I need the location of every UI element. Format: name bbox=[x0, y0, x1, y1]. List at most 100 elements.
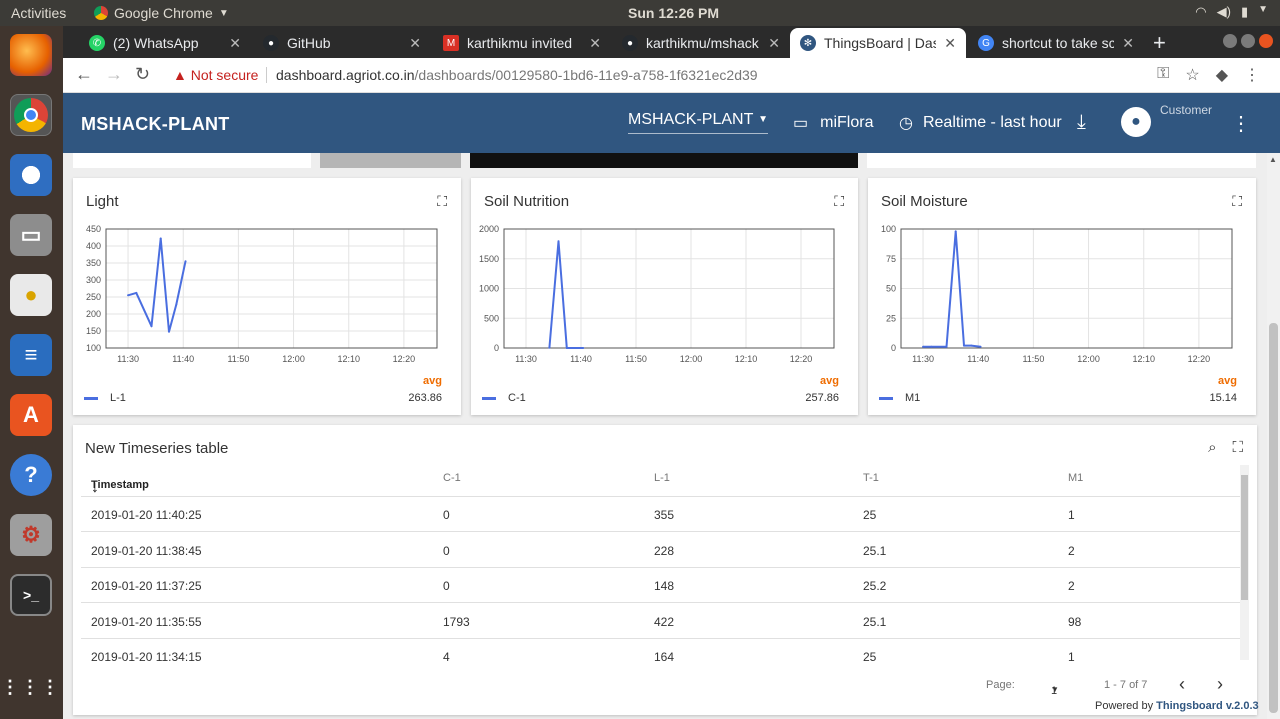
tab-gmail[interactable]: M karthikmu invited ✕ bbox=[433, 28, 611, 58]
legend-item[interactable]: L-1 bbox=[84, 392, 126, 404]
widget-title: Soil Nutrition bbox=[484, 193, 570, 210]
tab-google-search[interactable]: G shortcut to take sc ✕ bbox=[968, 28, 1144, 58]
clock[interactable]: Sun 12:26 PM bbox=[628, 5, 719, 21]
launcher-dock: ▭ ● ≡ A ? ⚙ >_ ⋮⋮⋮ bbox=[0, 26, 63, 719]
new-tab-button[interactable]: + bbox=[1153, 30, 1166, 56]
close-icon[interactable]: ✕ bbox=[1122, 35, 1134, 52]
key-icon[interactable]: ⚿ bbox=[1157, 65, 1169, 85]
table-body: 2019-01-20 11:40:25 0 355 25 1 2019-01-20 11:… bbox=[73, 425, 1257, 662]
back-arrow-icon[interactable]: ← bbox=[75, 64, 93, 85]
url-field[interactable]: dashboard.agriot.co.in/dashboards/001295… bbox=[276, 67, 758, 83]
series-line-M1 bbox=[923, 230, 981, 348]
forward-arrow-icon[interactable]: → bbox=[105, 64, 123, 85]
firefox-icon[interactable] bbox=[10, 34, 52, 76]
timewindow-button[interactable]: ◷ Realtime - last hour bbox=[899, 113, 1062, 133]
tab-github[interactable]: ● GitHub ✕ bbox=[253, 28, 431, 58]
entity-label: miFlora bbox=[820, 114, 874, 131]
url-divider bbox=[266, 67, 267, 83]
legend-item[interactable]: M1 bbox=[879, 392, 920, 404]
fullscreen-icon[interactable]: ⛶ bbox=[834, 193, 844, 210]
y-tick-label: 25 bbox=[886, 313, 896, 323]
prev-page-icon[interactable]: ‹ bbox=[1179, 674, 1185, 695]
y-tick-label: 500 bbox=[484, 313, 499, 323]
y-tick-label: 0 bbox=[891, 343, 896, 353]
chrome-icon[interactable] bbox=[10, 94, 52, 136]
help-icon[interactable]: ? bbox=[10, 454, 52, 496]
system-top-bar: Activities Google Chrome ▼ Sun 12:26 PM … bbox=[0, 0, 1280, 26]
next-page-icon[interactable]: › bbox=[1217, 674, 1223, 695]
table-cell: 25.1 bbox=[863, 614, 887, 629]
tab-whatsapp[interactable]: ✆ (2) WhatsApp ✕ bbox=[79, 28, 251, 58]
thunderbird-icon[interactable] bbox=[10, 154, 52, 196]
table-cell: 148 bbox=[654, 579, 675, 593]
legend-avg-value: 15.14 bbox=[1209, 392, 1237, 404]
scroll-up-icon[interactable]: ▲ bbox=[1269, 155, 1277, 164]
software-center-icon[interactable]: A bbox=[10, 394, 52, 436]
security-indicator[interactable]: ▲ Not secure bbox=[173, 67, 258, 83]
system-tray[interactable]: ◠ ◀) ▮ ▼ bbox=[1195, 4, 1268, 20]
y-tick-label: 450 bbox=[86, 224, 101, 234]
y-tick-label: 0 bbox=[494, 343, 499, 353]
rhythmbox-icon[interactable]: ● bbox=[10, 274, 52, 316]
app-menu[interactable]: Google Chrome ▼ bbox=[94, 5, 229, 21]
volume-icon: ◀) bbox=[1216, 4, 1231, 19]
reload-icon[interactable]: ↻ bbox=[135, 64, 150, 85]
y-tick-label: 2000 bbox=[479, 224, 499, 234]
table-row[interactable]: 2019-01-20 11:40:25 0 355 25 1 bbox=[81, 497, 1241, 532]
fullscreen-icon[interactable]: ⛶ bbox=[1232, 193, 1242, 210]
scrollbar-thumb[interactable] bbox=[1241, 475, 1248, 600]
close-icon[interactable]: ✕ bbox=[944, 35, 956, 52]
soil-nutrition-chart: 0 500 1000 1500 2000 11:30 11:40 11:50 12:00 12:1… bbox=[479, 224, 835, 364]
extension-icon[interactable]: ◆ bbox=[1216, 65, 1228, 85]
legend-item[interactable]: C-1 bbox=[482, 392, 526, 404]
thingsboard-version-link[interactable]: Thingsboard v.2.0.3 bbox=[1156, 700, 1259, 712]
warning-icon: ▲ bbox=[173, 67, 187, 83]
tab-thingsboard[interactable]: ✻ ThingsBoard | Das ✕ bbox=[790, 28, 966, 58]
close-icon[interactable]: ✕ bbox=[229, 35, 241, 52]
close-icon[interactable]: ✕ bbox=[589, 35, 601, 52]
legend-avg-value: 257.86 bbox=[805, 392, 839, 404]
table-scrollbar[interactable] bbox=[1240, 465, 1249, 660]
user-avatar-icon[interactable]: ● bbox=[1121, 107, 1151, 137]
url-host: dashboard.agriot.co.in bbox=[276, 67, 415, 83]
close-window-button[interactable] bbox=[1259, 34, 1273, 48]
table-row[interactable]: 2019-01-20 11:38:45 0 228 25.1 2 bbox=[81, 533, 1241, 568]
table-row[interactable]: 2019-01-20 11:37:25 0 148 25.2 2 bbox=[81, 568, 1241, 603]
settings-icon[interactable]: ⚙ bbox=[10, 514, 52, 556]
user-role: Customer bbox=[1160, 103, 1213, 117]
bookmark-star-icon[interactable]: ☆ bbox=[1185, 65, 1199, 85]
minimize-button[interactable] bbox=[1223, 34, 1237, 48]
table-row[interactable]: 2019-01-20 11:35:55 1793 422 25.1 98 bbox=[81, 604, 1241, 639]
entity-aliases-button[interactable]: ▭ miFlora bbox=[793, 113, 873, 133]
table-cell: 422 bbox=[654, 614, 675, 629]
table-cell: 0 bbox=[443, 579, 450, 593]
table-row[interactable]: 2019-01-20 11:34:15 4 164 25 1 bbox=[81, 639, 1241, 662]
y-tick-label: 350 bbox=[86, 258, 101, 268]
tab-github-repo[interactable]: ● karthikmu/mshack ✕ bbox=[612, 28, 790, 58]
table-cell: 228 bbox=[654, 543, 675, 558]
close-icon[interactable]: ✕ bbox=[768, 35, 780, 52]
activities-button[interactable]: Activities bbox=[11, 5, 66, 21]
table-cell: 25.1 bbox=[863, 543, 887, 558]
files-icon[interactable]: ▭ bbox=[10, 214, 52, 256]
data-point bbox=[970, 344, 973, 347]
page-scrollbar[interactable]: ▲ bbox=[1267, 153, 1280, 719]
table-cell: 25 bbox=[863, 508, 877, 522]
app-grid-icon[interactable]: ⋮⋮⋮ bbox=[1, 666, 59, 708]
tab-title: GitHub bbox=[287, 35, 331, 51]
close-icon[interactable]: ✕ bbox=[409, 35, 421, 52]
more-vert-icon[interactable]: ⋮ bbox=[1231, 111, 1251, 136]
chrome-menu-icon[interactable]: ⋮ bbox=[1244, 65, 1260, 85]
scrollbar-thumb[interactable] bbox=[1269, 323, 1278, 713]
x-tick-label: 11:30 bbox=[515, 354, 537, 364]
writer-icon[interactable]: ≡ bbox=[10, 334, 52, 376]
maximize-button[interactable] bbox=[1241, 34, 1255, 48]
download-icon[interactable]: ⤓ bbox=[1077, 111, 1086, 134]
legend-swatch bbox=[879, 396, 893, 400]
tab-strip: ✆ (2) WhatsApp ✕ ● GitHub ✕ M karthikmu … bbox=[63, 26, 1280, 58]
dashboard-select[interactable]: MSHACK-PLANT ▼ bbox=[628, 111, 768, 134]
legend-label: M1 bbox=[905, 392, 921, 404]
fullscreen-icon[interactable]: ⛶ bbox=[437, 193, 447, 210]
terminal-icon[interactable]: >_ bbox=[10, 574, 52, 616]
devices-icon: ▭ bbox=[793, 115, 809, 132]
